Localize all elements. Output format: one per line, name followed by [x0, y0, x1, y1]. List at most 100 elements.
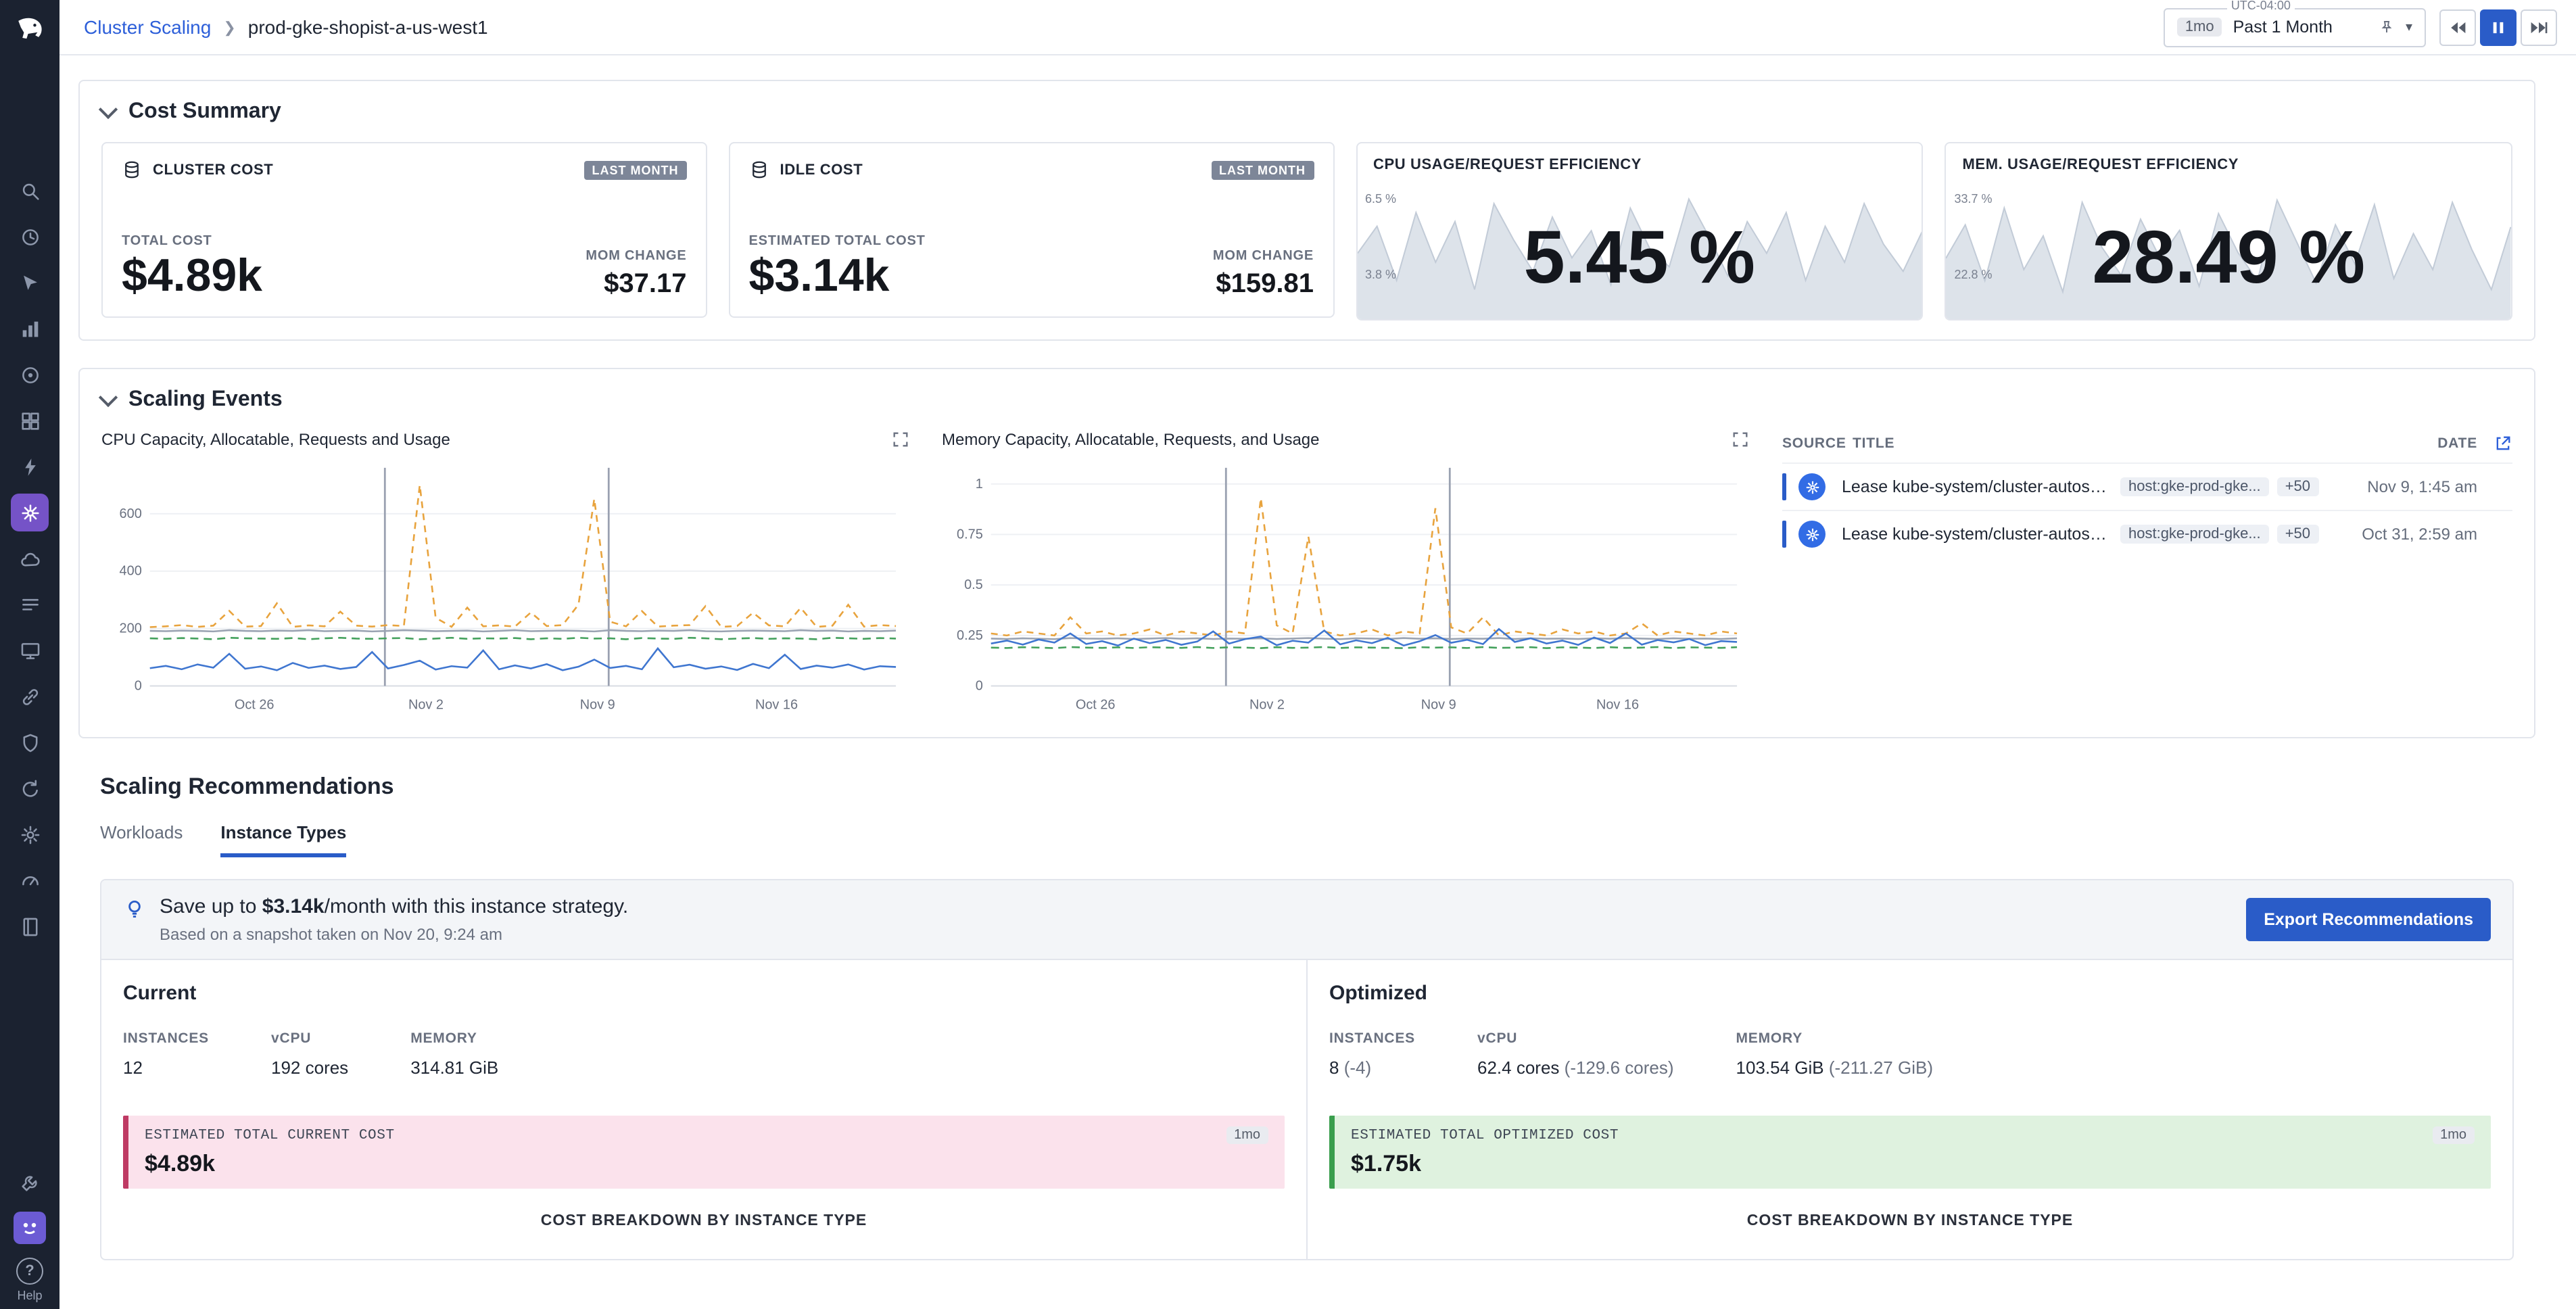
- integrations-icon[interactable]: [14, 680, 46, 713]
- chart-title: Memory Capacity, Allocatable, Requests, …: [942, 430, 1320, 449]
- cost-summary-header[interactable]: Cost Summary: [101, 100, 2512, 124]
- stat-memory: MEMORY 314.81 GiB: [410, 1030, 498, 1078]
- pause-button[interactable]: [2480, 9, 2517, 45]
- playback-controls: [2439, 9, 2557, 45]
- chart-title: CPU Capacity, Allocatable, Requests and …: [101, 430, 450, 449]
- settings-icon[interactable]: [14, 818, 46, 851]
- synthetics-icon[interactable]: [14, 864, 46, 897]
- svg-text:Nov 9: Nov 9: [580, 697, 615, 712]
- history-icon[interactable]: [14, 220, 46, 253]
- svg-text:Nov 2: Nov 2: [408, 697, 444, 712]
- expand-icon[interactable]: [1731, 430, 1750, 449]
- primary-value: $4.89k: [122, 254, 262, 300]
- search-icon[interactable]: [14, 174, 46, 207]
- datadog-logo[interactable]: [9, 9, 50, 50]
- timezone-label: UTC-04:00: [2227, 0, 2295, 11]
- svg-text:Oct 26: Oct 26: [235, 697, 275, 712]
- primary-value: $3.14k: [749, 254, 926, 300]
- host-tag[interactable]: host:gke-prod-gke...: [2120, 525, 2269, 544]
- cost-bar-label: ESTIMATED TOTAL OPTIMIZED COST: [1351, 1127, 1619, 1143]
- expand-icon[interactable]: [890, 430, 909, 449]
- chevron-down-icon[interactable]: ▾: [2406, 20, 2412, 34]
- section-title: Scaling Events: [128, 388, 283, 412]
- fast-forward-button[interactable]: [2521, 9, 2557, 45]
- svg-text:Oct 26: Oct 26: [1075, 697, 1115, 712]
- event-row[interactable]: Lease kube-system/cluster-autoscaler: Le…: [1782, 510, 2512, 557]
- savings-message: Save up to $3.14k/month with this instan…: [160, 895, 628, 918]
- recommendations-panel: Save up to $3.14k/month with this instan…: [100, 879, 2514, 1260]
- secondary-value: $159.81: [1213, 269, 1314, 300]
- stat-instances: INSTANCES 12: [123, 1030, 209, 1078]
- cpu-capacity-chart[interactable]: 0200400600Oct 26Nov 2Nov 9Nov 16: [101, 454, 909, 718]
- tab-workloads[interactable]: Workloads: [100, 822, 183, 857]
- chevron-down-icon[interactable]: [99, 100, 118, 119]
- cost-breakdown-title: COST BREAKDOWN BY INSTANCE TYPE: [1329, 1213, 2491, 1259]
- scaling-events-header[interactable]: Scaling Events: [101, 388, 2512, 412]
- security-icon[interactable]: [14, 726, 46, 759]
- comparison-columns: Current INSTANCES 12 vCPU 192 cores: [101, 960, 2512, 1259]
- open-in-new-icon[interactable]: [2494, 434, 2512, 453]
- cost-summary-section: Cost Summary CLUSTER COST LAST MONTH TOT…: [78, 80, 2535, 341]
- pointer-icon[interactable]: [14, 266, 46, 299]
- tools-icon[interactable]: [14, 1166, 46, 1198]
- question-mark-icon: ?: [16, 1258, 43, 1285]
- serverless-icon[interactable]: [14, 450, 46, 483]
- time-range-picker[interactable]: UTC-04:00 1mo Past 1 Month ▾: [2164, 7, 2426, 47]
- svg-text:200: 200: [120, 621, 142, 636]
- kubernetes-source-icon: [1798, 521, 1826, 548]
- card-title: CPU USAGE/REQUEST EFFICIENCY: [1373, 157, 1642, 173]
- primary-label: ESTIMATED TOTAL COST: [749, 235, 926, 249]
- help-button[interactable]: ?Help: [16, 1258, 43, 1302]
- optimized-column: Optimized INSTANCES 8 (-4) vCPU 62.4 cor…: [1306, 960, 2512, 1259]
- idle-cost-card: IDLE COST LAST MONTH ESTIMATED TOTAL COS…: [729, 142, 1335, 318]
- section-title: Scaling Recommendations: [100, 774, 2514, 801]
- ci-icon[interactable]: [14, 772, 46, 805]
- event-title: Lease kube-system/cluster-autoscaler: Le…: [1842, 525, 2112, 544]
- pin-icon[interactable]: [2379, 19, 2395, 35]
- tab-instance-types[interactable]: Instance Types: [220, 822, 346, 857]
- infrastructure-icon[interactable]: [14, 312, 46, 345]
- snapshot-note: Based on a snapshot taken on Nov 20, 9:2…: [160, 925, 628, 944]
- card-title: IDLE COST: [780, 162, 863, 178]
- events-table-header: SOURCE TITLE DATE: [1782, 430, 2512, 462]
- svg-text:0: 0: [975, 679, 982, 694]
- rewind-button[interactable]: [2439, 9, 2476, 45]
- top-bar: Cluster Scaling ❯ prod-gke-shopist-a-us-…: [59, 0, 2576, 55]
- event-row[interactable]: Lease kube-system/cluster-autoscaler: Le…: [1782, 462, 2512, 510]
- containers-icon[interactable]: [14, 404, 46, 437]
- cloud-icon[interactable]: [14, 542, 46, 575]
- breadcrumb-parent-link[interactable]: Cluster Scaling: [84, 16, 211, 38]
- current-cost-value: $4.89k: [145, 1151, 1268, 1178]
- stat-vcpu: vCPU 62.4 cores (-129.6 cores): [1477, 1030, 1674, 1078]
- cost-bar-badge: 1mo: [2432, 1126, 2475, 1144]
- cluster-cost-icon: [122, 160, 142, 180]
- more-tags-badge[interactable]: +50: [2277, 477, 2318, 496]
- main-area: Cluster Scaling ❯ prod-gke-shopist-a-us-…: [59, 0, 2576, 1309]
- kubernetes-icon[interactable]: [11, 494, 49, 531]
- primary-label: TOTAL COST: [122, 235, 262, 249]
- user-avatar[interactable]: [14, 1212, 46, 1244]
- last-month-badge: LAST MONTH: [1211, 160, 1314, 179]
- page-content: Cost Summary CLUSTER COST LAST MONTH TOT…: [59, 55, 2576, 1309]
- apm-icon[interactable]: [14, 358, 46, 391]
- scaling-recommendations-section: Scaling Recommendations Workloads Instan…: [100, 774, 2514, 1260]
- svg-text:Nov 16: Nov 16: [1596, 697, 1638, 712]
- column-heading: Current: [123, 982, 1285, 1005]
- dashboards-icon[interactable]: [14, 634, 46, 667]
- cost-cards: CLUSTER COST LAST MONTH TOTAL COST $4.89…: [101, 142, 2512, 320]
- svg-text:1: 1: [975, 477, 982, 492]
- export-recommendations-button[interactable]: Export Recommendations: [2246, 898, 2491, 941]
- secondary-label: MOM CHANGE: [586, 249, 686, 264]
- event-indicator: [1782, 473, 1786, 500]
- chevron-down-icon[interactable]: [99, 388, 118, 407]
- host-tag[interactable]: host:gke-prod-gke...: [2120, 477, 2269, 496]
- logs-icon[interactable]: [14, 588, 46, 621]
- more-tags-badge[interactable]: +50: [2277, 525, 2318, 544]
- svg-text:0.75: 0.75: [956, 527, 982, 542]
- column-header-source: SOURCE: [1782, 435, 1853, 452]
- svg-text:Nov 16: Nov 16: [755, 697, 798, 712]
- notebooks-icon[interactable]: [14, 910, 46, 943]
- event-indicator: [1782, 521, 1786, 548]
- idle-cost-icon: [749, 160, 769, 180]
- memory-capacity-chart[interactable]: 00.250.50.751Oct 26Nov 2Nov 9Nov 16: [942, 454, 1750, 718]
